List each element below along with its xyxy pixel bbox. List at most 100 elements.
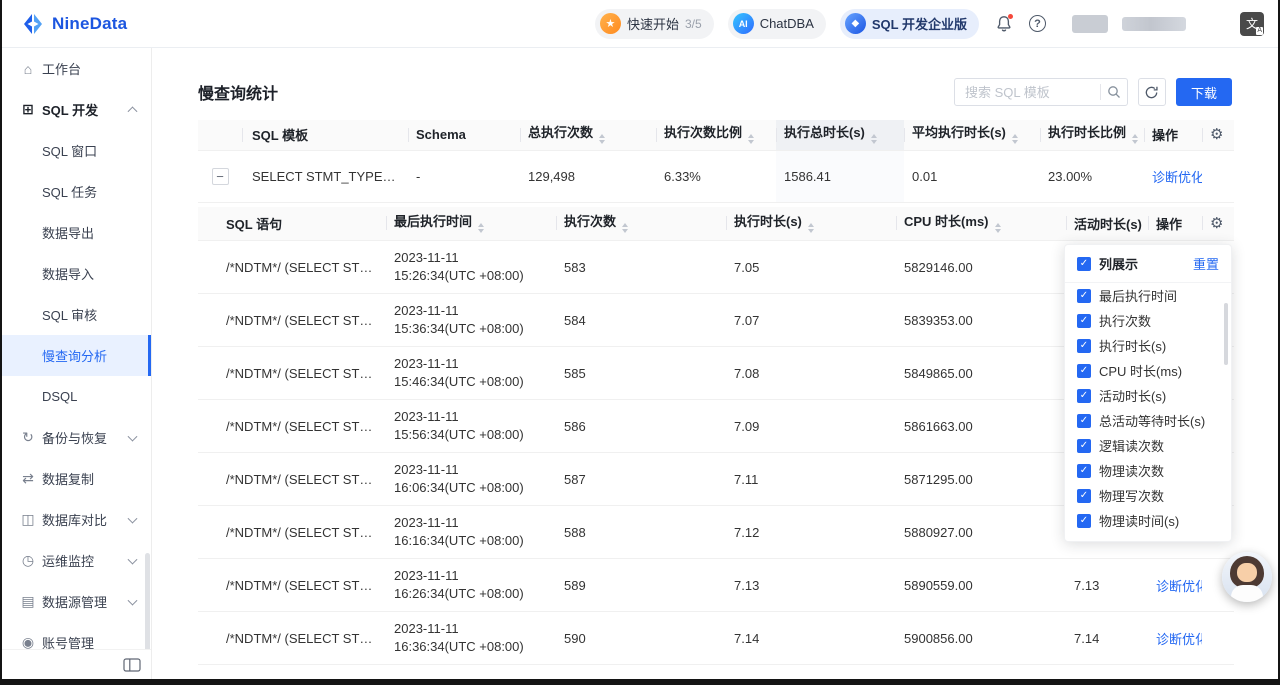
chatdba-pill[interactable]: AI ChatDBA (728, 9, 826, 39)
sort-icon[interactable] (478, 220, 484, 236)
sidebar-item-data-import[interactable]: 数据导入 (2, 253, 151, 294)
exec-duration-cell: 7.12 (726, 506, 896, 559)
translate-extension-icon[interactable]: 文 A (1240, 12, 1264, 36)
exec-duration-cell: 7.08 (726, 347, 896, 400)
sidebar-item-sql-review[interactable]: SQL 审核 (2, 294, 151, 335)
sidebar-item-workbench[interactable]: ⌂ 工作台 (2, 48, 151, 89)
checkbox-checked-icon[interactable] (1077, 464, 1091, 478)
column-option[interactable]: 物理读时间(s) (1065, 508, 1231, 533)
sidebar-scrollbar[interactable] (145, 553, 150, 653)
sort-icon[interactable] (871, 131, 877, 147)
sort-icon[interactable] (808, 220, 814, 236)
sort-icon[interactable] (599, 131, 605, 147)
edition-icon: ◆ (845, 13, 866, 34)
sort-icon[interactable] (995, 220, 1001, 236)
column-option-label: 物理读次数 (1099, 461, 1164, 480)
sql-statement-cell: /*NDTM*/ (SELECT STMT_... (198, 453, 386, 506)
active-time-cell: 7.15 (1066, 665, 1148, 680)
avatar-body (1231, 585, 1263, 602)
sort-icon[interactable] (622, 220, 628, 236)
active-time-cell: 7.14 (1066, 612, 1148, 665)
column-option[interactable]: 总活动等待时长(s) (1065, 408, 1231, 433)
quick-start-label: 快速开始 (627, 14, 679, 33)
diagnose-optimize-link[interactable]: 诊断优化 (1152, 170, 1202, 185)
col-settings: ⚙ (1202, 207, 1234, 241)
column-option[interactable]: 执行次数 (1065, 308, 1231, 333)
checkbox-checked-icon[interactable] (1077, 257, 1091, 271)
ninedata-logo[interactable]: NineData (20, 11, 127, 37)
diagnose-optimize-link[interactable]: 诊断优化 (1156, 579, 1202, 594)
checkbox-checked-icon[interactable] (1077, 364, 1091, 378)
download-button[interactable]: 下载 (1176, 78, 1232, 106)
sql-statement-cell: /*NDTM*/ (SELECT STMT_... (198, 506, 386, 559)
checkbox-checked-icon[interactable] (1077, 514, 1091, 528)
column-option[interactable]: 执行时长(s) (1065, 333, 1231, 358)
quick-start-pill[interactable]: ★ 快速开始 3/5 (595, 9, 714, 39)
sort-icon[interactable] (1132, 131, 1138, 147)
checkbox-checked-icon[interactable] (1077, 439, 1091, 453)
collapse-row-button[interactable] (212, 168, 229, 185)
diagnose-optimize-link[interactable]: 诊断优化 (1156, 632, 1202, 647)
sidebar-item-datasource-mgmt[interactable]: ▤ 数据源管理 (2, 581, 151, 622)
last-exec-time-cell: 2023-11-1116:06:34(UTC +08:00) (386, 453, 556, 506)
checkbox-checked-icon[interactable] (1077, 414, 1091, 428)
cpu-time-cell: 5861663.00 (896, 400, 1066, 453)
search-input[interactable] (954, 78, 1128, 106)
sql-template-cell: SELECT STMT_TYPE_ID, S... (242, 150, 408, 202)
sidebar-item-sql-window[interactable]: SQL 窗口 (2, 130, 151, 171)
action-cell: 诊断优化 (1148, 665, 1202, 680)
sort-icon[interactable] (1012, 131, 1018, 147)
sidebar-item-sql-dev[interactable]: ⊞ SQL 开发 (2, 89, 151, 130)
sidebar-item-db-compare[interactable]: ◫ 数据库对比 (2, 499, 151, 540)
checkbox-checked-icon[interactable] (1077, 489, 1091, 503)
column-option[interactable]: 物理读次数 (1065, 458, 1231, 483)
redacted-account-block (1072, 15, 1108, 33)
settings-gear-icon[interactable]: ⚙ (1210, 215, 1223, 232)
column-display-title: 列展示 (1099, 254, 1138, 273)
column-option[interactable]: 最后执行时间 (1065, 283, 1231, 308)
checkbox-checked-icon[interactable] (1077, 289, 1091, 303)
edition-pill[interactable]: ◆ SQL 开发企业版 (840, 9, 979, 39)
sidebar-item-dsql[interactable]: DSQL (2, 376, 151, 417)
sort-icon[interactable] (748, 131, 754, 147)
support-avatar[interactable] (1222, 552, 1272, 602)
sidebar-item-ops-monitor[interactable]: ◷ 运维监控 (2, 540, 151, 581)
sidebar-item-slow-query-analysis[interactable]: 慢查询分析 (2, 335, 151, 376)
column-option-label: 执行时长(s) (1099, 336, 1166, 355)
column-option[interactable]: 活动时长(s) (1065, 383, 1231, 408)
checkbox-checked-icon[interactable] (1077, 389, 1091, 403)
backup-restore-icon: ↻ (20, 429, 36, 446)
column-option[interactable]: 物理写次数 (1065, 483, 1231, 508)
page-title: 慢查询统计 (198, 80, 278, 104)
notification-bell-icon[interactable] (993, 13, 1015, 35)
column-option-label: 执行次数 (1099, 311, 1151, 330)
sidebar-item-sql-task[interactable]: SQL 任务 (2, 171, 151, 212)
dropdown-scrollbar[interactable] (1224, 303, 1228, 365)
checkbox-checked-icon[interactable] (1077, 339, 1091, 353)
sidebar-item-label: SQL 窗口 (42, 141, 97, 160)
collapse-sidebar-icon[interactable] (123, 658, 141, 672)
help-icon[interactable]: ? (1029, 15, 1046, 32)
sql-statement-cell: /*NDTM*/ (SELECT STMT_... (198, 241, 386, 294)
action-cell: 诊断优化 (1148, 559, 1202, 612)
col-active-time: 活动时长(s) (1066, 207, 1148, 241)
exec-duration-cell: 7.11 (726, 453, 896, 506)
checkbox-checked-icon[interactable] (1077, 314, 1091, 328)
column-option[interactable]: 逻辑读次数 (1065, 433, 1231, 458)
action-cell: 诊断优化 (1148, 612, 1202, 665)
chevron-down-icon (128, 595, 138, 605)
reset-columns-link[interactable]: 重置 (1193, 254, 1219, 273)
sidebar-item-data-export[interactable]: 数据导出 (2, 212, 151, 253)
sql-statement-cell: /*NDTM*/ (SELECT STMT_... (198, 294, 386, 347)
exec-count-cell: 591 (556, 665, 726, 680)
search-icon[interactable] (1107, 85, 1121, 99)
column-option[interactable]: CPU 时长(ms) (1065, 358, 1231, 383)
settings-gear-icon[interactable]: ⚙ (1210, 126, 1223, 143)
refresh-button[interactable] (1138, 78, 1166, 106)
sidebar-item-backup-restore[interactable]: ↻ 备份与恢复 (2, 417, 151, 458)
sidebar-item-data-replication[interactable]: ⇄ 数据复制 (2, 458, 151, 499)
exec-count-cell: 584 (556, 294, 726, 347)
notification-dot (1008, 14, 1013, 19)
col-total-duration: 执行总时长(s) (776, 120, 904, 150)
topbar: NineData ★ 快速开始 3/5 AI ChatDBA ◆ SQL 开发企… (2, 0, 1278, 48)
